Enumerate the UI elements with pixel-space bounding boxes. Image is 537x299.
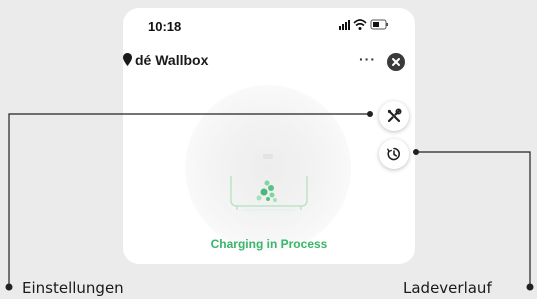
history-callout [413, 149, 534, 291]
callout-lines [5, 111, 534, 291]
history-callout-label: Ladeverlauf [403, 279, 492, 297]
settings-callout-label: Einstellungen [22, 279, 124, 297]
settings-callout [5, 111, 373, 291]
